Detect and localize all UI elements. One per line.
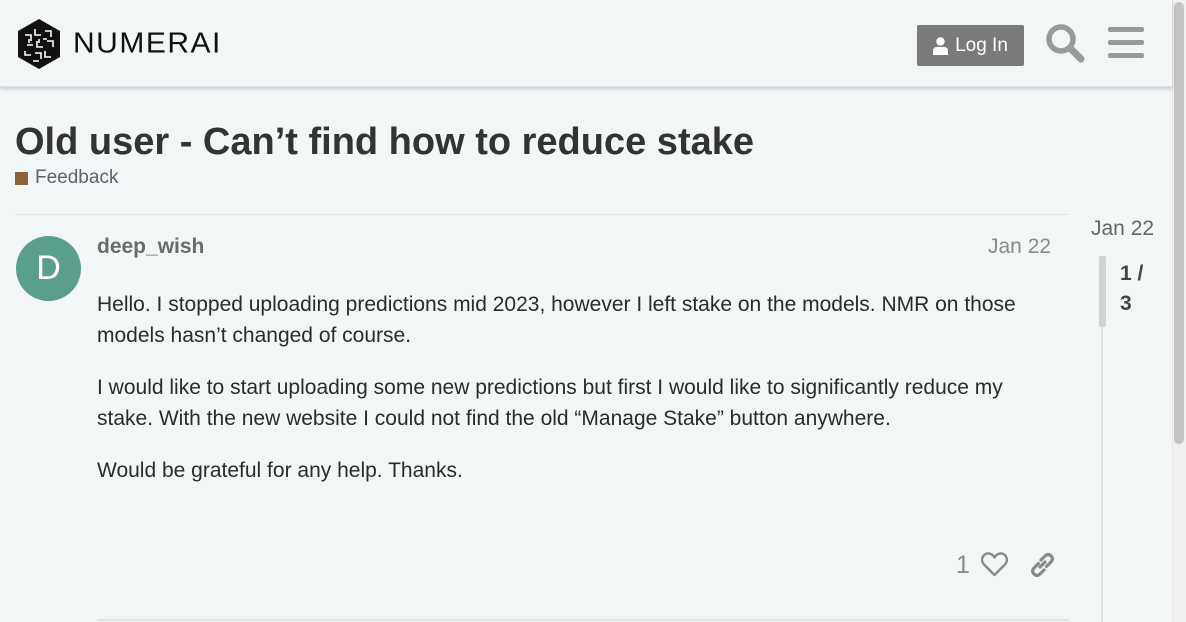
avatar[interactable]: D bbox=[16, 236, 81, 301]
timeline-start-date[interactable]: Jan 22 bbox=[1091, 216, 1154, 242]
post-divider bbox=[15, 214, 1069, 215]
topic-title[interactable]: Old user - Can’t find how to reduce stak… bbox=[15, 119, 754, 165]
search-icon[interactable] bbox=[1045, 23, 1085, 63]
post-paragraph: Would be grateful for any help. Thanks. bbox=[97, 459, 463, 482]
post-username[interactable]: deep_wish bbox=[97, 234, 204, 260]
post-paragraph: Hello. I stopped uploading predictions m… bbox=[97, 293, 1016, 347]
post-paragraph: I would like to start uploading some new… bbox=[97, 376, 1003, 430]
numerai-logo[interactable]: NUMERAI bbox=[15, 17, 222, 71]
timeline-counter: 1 / 3 bbox=[1120, 259, 1160, 319]
timeline-handle[interactable] bbox=[1099, 256, 1106, 327]
page: NUMERAI Log In Old user - Can’t find how… bbox=[0, 0, 1186, 622]
user-icon bbox=[933, 36, 949, 55]
link-icon[interactable] bbox=[1029, 552, 1056, 578]
like-count[interactable]: 1 bbox=[956, 550, 970, 580]
timeline-counter-current: 1 / bbox=[1120, 262, 1144, 285]
scrollbar-thumb[interactable] bbox=[1174, 2, 1184, 444]
post-divider-bottom bbox=[97, 619, 1069, 621]
post-body: Hello. I stopped uploading predictions m… bbox=[97, 290, 1057, 509]
heart-icon[interactable] bbox=[981, 551, 1008, 578]
category-badge[interactable]: Feedback bbox=[15, 166, 118, 190]
login-button-label: Log In bbox=[955, 34, 1008, 56]
site-header: NUMERAI Log In bbox=[0, 0, 1172, 87]
numerai-logo-icon bbox=[18, 19, 60, 69]
timeline-counter-total: 3 bbox=[1120, 292, 1132, 315]
category-color-swatch bbox=[15, 171, 28, 185]
login-button[interactable]: Log In bbox=[917, 25, 1024, 66]
logo-wordmark: NUMERAI bbox=[73, 27, 222, 60]
post-date[interactable]: Jan 22 bbox=[988, 234, 1051, 260]
hamburger-menu-icon[interactable] bbox=[1108, 27, 1144, 59]
category-label: Feedback bbox=[35, 167, 119, 188]
